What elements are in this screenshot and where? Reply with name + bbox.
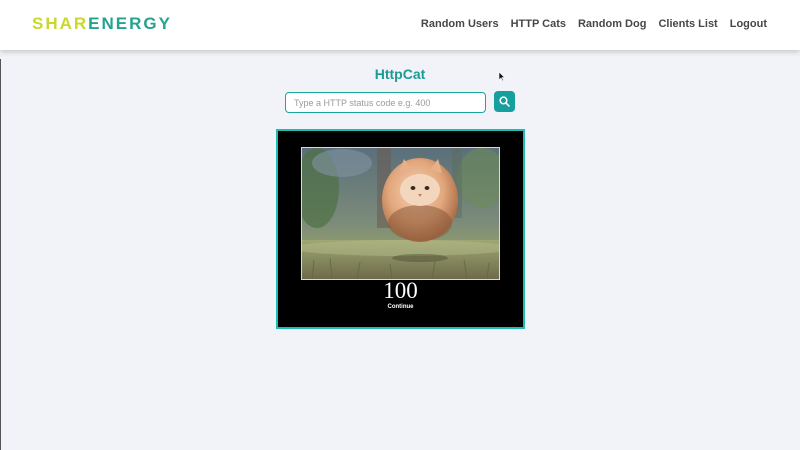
search-button[interactable] [494,91,515,112]
navbar: SHARENERGY Random Users HTTP Cats Random… [0,0,800,50]
page-title: HttpCat [374,66,426,82]
nav-http-cats[interactable]: HTTP Cats [511,18,566,30]
nav-clients-list[interactable]: Clients List [658,18,717,30]
logo-part-1: SHAR [32,14,89,33]
status-code-search-input[interactable] [285,92,486,113]
http-cat-image: 100 Continue [276,129,525,329]
logo[interactable]: SHARENERGY [32,14,172,34]
mouse-cursor-icon [499,72,505,81]
page-left-border [0,59,1,450]
cat-photo-illustration [302,148,499,279]
status-description-text: Continue [387,304,414,310]
status-code-text: 100 [383,278,418,303]
nav-links: Random Users HTTP Cats Random Dog Client… [421,18,767,30]
search-icon [499,96,510,107]
nav-random-dog[interactable]: Random Dog [578,18,646,30]
cat-photo [301,147,500,280]
nav-random-users[interactable]: Random Users [421,18,499,30]
nav-logout[interactable]: Logout [730,18,767,30]
logo-part-2: ENERGY [88,14,172,33]
